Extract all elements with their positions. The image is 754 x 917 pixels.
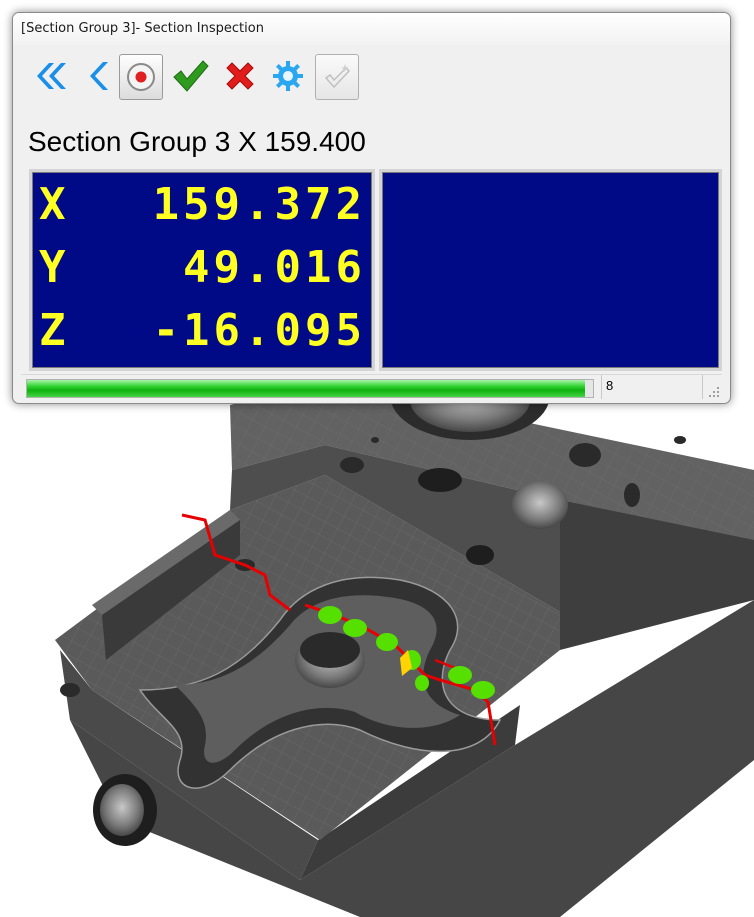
record-icon [125, 61, 157, 93]
section-label: Section Group 3 X 159.400 [28, 126, 366, 157]
previous-button[interactable] [79, 54, 115, 98]
double-chevron-left-icon [33, 59, 67, 93]
progress-fill [27, 380, 585, 397]
first-button[interactable] [29, 54, 71, 98]
progress-bar [26, 379, 594, 398]
disabled-button[interactable] [315, 54, 359, 100]
checkmark-sparkle-icon [322, 62, 352, 92]
checkmark-icon [171, 58, 209, 94]
resize-grip-icon[interactable] [708, 385, 720, 397]
record-button[interactable] [119, 54, 163, 100]
readout-row-z: Z -16.095 [32, 301, 372, 361]
gear-icon [272, 60, 304, 92]
deviation-panel [379, 169, 722, 371]
readout-row-y: Y 49.016 [32, 238, 372, 298]
accept-button[interactable] [169, 54, 211, 98]
settings-button[interactable] [267, 54, 309, 98]
chevron-left-icon [85, 59, 109, 93]
axis-label-x: X [39, 179, 66, 230]
axis-label-y: Y [39, 242, 66, 293]
axis-value-y: 49.016 [183, 242, 366, 293]
x-mark-icon [223, 59, 257, 93]
coordinate-readout-panel: X 159.372 Y 49.016 Z -16.095 [29, 169, 375, 371]
axis-value-x: 159.372 [152, 179, 366, 230]
axis-value-z: -16.095 [152, 305, 366, 356]
readout-row-x: X 159.372 [32, 175, 372, 235]
toolbar [29, 54, 499, 100]
point-count: 8 [601, 375, 703, 399]
section-inspection-dialog: [Section Group 3]- Section Inspection Se… [12, 12, 731, 404]
window-title[interactable]: [Section Group 3]- Section Inspection [13, 13, 730, 45]
axis-label-z: Z [39, 305, 66, 356]
reject-button[interactable] [219, 54, 261, 98]
status-bar: 8 [21, 374, 722, 399]
